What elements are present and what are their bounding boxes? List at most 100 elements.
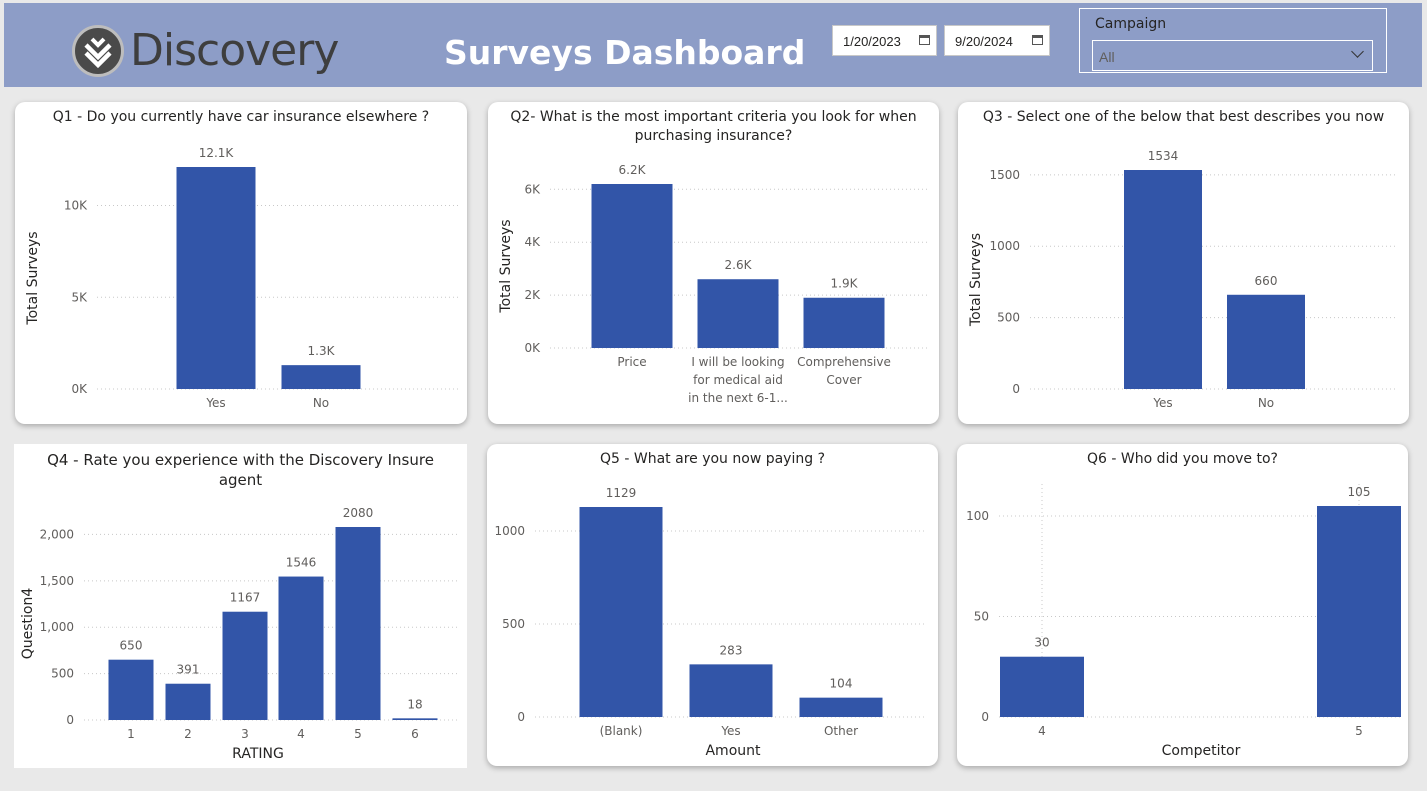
q4-y-tick-label: 500 xyxy=(51,667,74,681)
logo-text: Discovery xyxy=(130,25,339,76)
q2-x-tick-label: for medical aid xyxy=(693,373,783,387)
q6-x-axis-title: Competitor xyxy=(1162,743,1241,759)
q6-bar-0[interactable] xyxy=(1000,656,1084,717)
q2-x-tick-label: Cover xyxy=(826,373,861,387)
q2-y-tick-label: 6K xyxy=(524,182,541,196)
calendar-icon[interactable] xyxy=(919,35,930,45)
q4-bar-1[interactable] xyxy=(165,683,211,720)
q4-y-tick-label: 2,000 xyxy=(40,527,74,541)
q5-bar-1[interactable] xyxy=(689,664,773,717)
q5-x-tick-label: Yes xyxy=(720,724,740,738)
q5-x-tick-label: (Blank) xyxy=(600,724,643,738)
start-date-input[interactable]: 1/20/2023 xyxy=(832,25,937,56)
q4-chart-card: Q4 - Rate you experience with the Discov… xyxy=(14,444,467,768)
page-title: Surveys Dashboard xyxy=(444,33,806,72)
q2-y-tick-label: 2K xyxy=(524,288,541,302)
q4-x-tick-label: 3 xyxy=(241,727,249,741)
q5-chart-svg: 0 500 1000 1129 (Blank) 283 Yes 104 Other Amount xyxy=(494,486,927,759)
q1-bar-0[interactable] xyxy=(176,167,256,389)
q5-bar-0[interactable] xyxy=(579,507,663,717)
q5-y-tick-label: 0 xyxy=(517,710,525,724)
q4-bar-0[interactable] xyxy=(108,659,154,720)
q5-data-label: 104 xyxy=(830,677,853,691)
q1-chart-card: Q1 - Do you currently have car insurance… xyxy=(15,102,467,424)
q6-y-tick-label: 50 xyxy=(974,610,989,624)
campaign-slicer: Campaign All xyxy=(1079,8,1387,73)
q6-data-label: 105 xyxy=(1348,485,1371,499)
q5-x-axis-title: Amount xyxy=(705,743,761,759)
q4-x-axis-title: RATING xyxy=(232,746,284,762)
q3-data-label: 660 xyxy=(1255,274,1278,288)
q5-data-label: 1129 xyxy=(606,486,637,500)
q4-y-tick-label: 1,500 xyxy=(40,574,74,588)
q2-x-tick-label: in the next 6-1... xyxy=(688,391,788,405)
q6-chart-card: Q6 - Who did you move to? 0 50 100 30 4 105 5 C… xyxy=(957,444,1408,766)
q3-bar-1[interactable] xyxy=(1227,294,1305,389)
q4-y-tick-label: 1,000 xyxy=(40,620,74,634)
q1-y-tick-label: 0K xyxy=(71,382,88,396)
q5-y-tick-label: 500 xyxy=(502,617,525,631)
q3-x-tick-label: No xyxy=(1258,396,1274,410)
q1-data-label: 12.1K xyxy=(199,146,235,160)
q5-x-tick-label: Other xyxy=(824,724,858,738)
q6-y-tick-label: 0 xyxy=(981,710,989,724)
q2-bar-0[interactable] xyxy=(591,184,673,348)
q2-chart-card: Q2- What is the most important criteria … xyxy=(488,102,939,424)
q2-bar-2[interactable] xyxy=(803,297,885,348)
q1-x-tick-label: Yes xyxy=(205,396,225,410)
q4-x-tick-label: 5 xyxy=(354,727,362,741)
q4-bar-4[interactable] xyxy=(335,527,381,720)
q1-y-tick-label: 10K xyxy=(64,199,88,213)
q1-chart-svg: 0K 5K 10K 12.1K Yes 1.3K No Total Surveys xyxy=(25,146,460,410)
q6-chart-svg: 0 50 100 30 4 105 5 Competitor xyxy=(966,484,1403,759)
q3-y-tick-label: 500 xyxy=(997,311,1020,325)
q4-bar-5[interactable] xyxy=(392,718,438,720)
q3-bar-0[interactable] xyxy=(1124,170,1202,389)
calendar-icon[interactable] xyxy=(1032,35,1043,45)
q4-data-label: 391 xyxy=(177,663,200,677)
q3-data-label: 1534 xyxy=(1148,149,1179,163)
discovery-logo: Discovery xyxy=(68,23,348,85)
end-date-input[interactable]: 9/20/2024 xyxy=(944,25,1050,56)
q3-y-tick-label: 0 xyxy=(1012,382,1020,396)
q3-y-axis-title: Total Surveys xyxy=(968,233,984,327)
end-date-value: 9/20/2024 xyxy=(955,34,1013,49)
q3-chart-card: Q3 - Select one of the below that best d… xyxy=(958,102,1409,424)
q1-bar-1[interactable] xyxy=(281,365,361,389)
q1-y-axis-title: Total Surveys xyxy=(25,231,41,325)
q2-y-tick-label: 0K xyxy=(524,341,541,355)
q4-bar-3[interactable] xyxy=(278,576,324,720)
q4-y-tick-label: 0 xyxy=(66,713,74,727)
q2-x-tick-label: I will be looking xyxy=(691,355,784,369)
q4-y-axis-title: Question4 xyxy=(20,588,36,660)
campaign-dropdown[interactable]: All xyxy=(1092,40,1373,71)
q3-chart-svg: 0 500 1000 1500 1534 Yes 660 No Total Surveys xyxy=(968,149,1398,410)
q6-data-label: 30 xyxy=(1034,636,1049,650)
q4-data-label: 1167 xyxy=(230,591,261,605)
q4-data-label: 1546 xyxy=(286,556,317,570)
q6-y-tick-label: 100 xyxy=(966,509,989,523)
q4-data-label: 18 xyxy=(407,697,422,711)
q2-y-tick-label: 4K xyxy=(524,235,541,249)
q2-data-label: 6.2K xyxy=(619,163,647,177)
start-date-value: 1/20/2023 xyxy=(843,34,901,49)
q2-bar-1[interactable] xyxy=(697,279,779,348)
q4-x-tick-label: 6 xyxy=(411,727,419,741)
q4-bar-2[interactable] xyxy=(222,611,268,720)
q6-bar-1[interactable] xyxy=(1317,506,1401,717)
q5-chart-card: Q5 - What are you now paying ? 0 500 1000 1… xyxy=(487,444,938,766)
q5-bar-2[interactable] xyxy=(799,697,883,717)
q2-chart-svg: 0K 2K 4K 6K 6.2K Price 2.6K I will be looking fo… xyxy=(498,163,928,405)
q4-x-tick-label: 4 xyxy=(297,727,305,741)
q4-x-tick-label: 2 xyxy=(184,727,192,741)
q3-x-tick-label: Yes xyxy=(1152,396,1172,410)
chevron-down-icon[interactable] xyxy=(1351,45,1364,58)
q3-y-tick-label: 1500 xyxy=(989,168,1020,182)
q2-x-tick-label: Comprehensive xyxy=(797,355,891,369)
q4-data-label: 650 xyxy=(120,639,143,653)
q1-x-tick-label: No xyxy=(313,396,329,410)
q2-x-tick-label: Price xyxy=(617,355,646,369)
q6-x-tick-label: 4 xyxy=(1038,724,1046,738)
q4-data-label: 2080 xyxy=(343,506,374,520)
q1-data-label: 1.3K xyxy=(308,344,336,358)
